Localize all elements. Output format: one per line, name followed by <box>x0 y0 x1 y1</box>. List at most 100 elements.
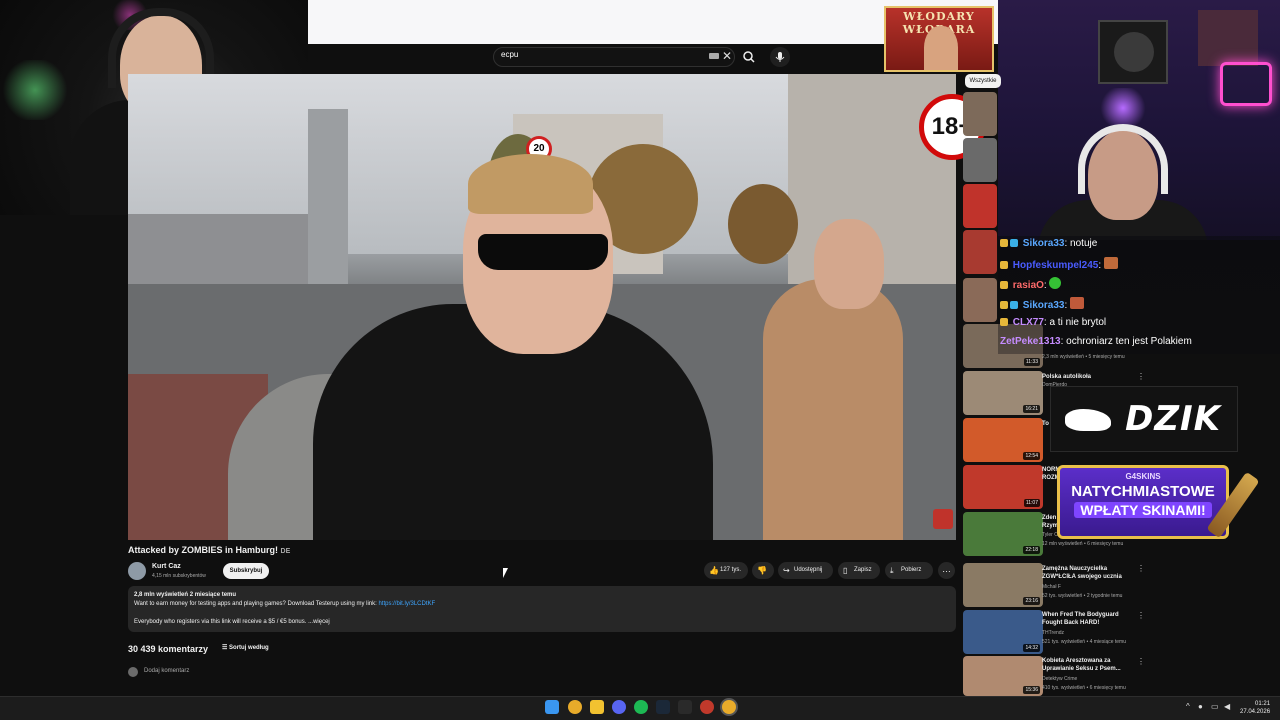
crown-badge-icon <box>1000 318 1008 326</box>
network-icon[interactable]: ▭ <box>1211 702 1219 711</box>
close-icon[interactable]: ✕ <box>722 49 732 63</box>
video-duration: 14:32 <box>1023 644 1040 652</box>
filter-chip-all[interactable]: Wszystkie <box>965 74 1001 88</box>
description-link[interactable]: https://bit.ly/3LCDtKF <box>378 601 435 607</box>
video-description[interactable]: 2,8 mln wyświetleń 2 miesiące temu Want … <box>128 586 956 632</box>
search-button[interactable] <box>740 48 758 66</box>
sidebar-thumbnail[interactable]: 16:21 <box>963 371 1043 415</box>
channel-name[interactable]: Kurt Caz <box>152 563 181 570</box>
emote-icon <box>1103 257 1118 269</box>
more-options-icon[interactable]: ⋮ <box>1137 611 1145 620</box>
g4skins-sponsor-banner: G4SKINS NATYCHMIASTOWE WPŁATY SKINAMI! <box>1057 465 1229 539</box>
search-input[interactable] <box>493 47 735 67</box>
video-player[interactable]: 20 <box>128 74 956 540</box>
dzik-sponsor-logo: DZIK <box>1050 386 1238 452</box>
sort-icon: ☰ <box>222 645 230 651</box>
file-explorer-icon[interactable] <box>590 700 604 714</box>
thumbs-up-icon: 👍 <box>709 566 719 575</box>
avatar[interactable] <box>128 562 146 580</box>
sidebar-video-title[interactable]: When Fred The Bodyguard Fought Back HARD… <box>1042 611 1134 627</box>
emote-icon <box>1049 277 1062 289</box>
sidebar-thumbnail[interactable] <box>963 138 997 182</box>
dzik-text: DZIK <box>1125 399 1221 439</box>
download-button[interactable]: ⤓ Pobierz <box>885 562 933 579</box>
description-text: Want to earn money for testing apps and … <box>134 601 379 607</box>
app-icon[interactable] <box>678 700 692 714</box>
video-person-2-head <box>814 219 884 309</box>
video-duration: 16:21 <box>1023 405 1040 413</box>
chat-badge-icon <box>1000 239 1008 247</box>
sidebar-thumbnail[interactable] <box>963 278 997 322</box>
chrome-active-icon[interactable] <box>722 700 736 714</box>
sidebar-video-channel[interactable]: Tyler O <box>1042 532 1058 538</box>
save-button[interactable]: ▯ Zapisz <box>838 562 880 579</box>
chat-message: Sikora33: <box>1000 297 1086 311</box>
headset <box>1078 124 1168 194</box>
subscribe-button[interactable]: Subskrybuj <box>223 563 269 579</box>
volume-icon[interactable]: ◀ <box>1224 702 1230 711</box>
taskbar-clock[interactable]: 01:21 27.04.2026 <box>1240 700 1270 716</box>
save-label: Zapisz <box>854 567 872 573</box>
sidebar-video-channel[interactable]: THTrendz <box>1042 630 1064 636</box>
spotify-icon[interactable] <box>634 700 648 714</box>
sort-button[interactable]: ☰ Sortuj według <box>222 644 269 651</box>
sidebar-video-views: 2,3 mln wyświetleń • 5 miesięcy temu <box>1042 354 1125 360</box>
sidebar-thumbnail[interactable] <box>963 92 997 136</box>
video-duration: 22:18 <box>1023 546 1040 554</box>
more-options-icon[interactable]: ⋮ <box>1137 564 1145 573</box>
sidebar-video-title[interactable]: Polska autolikoła <box>1042 373 1134 381</box>
video-duration: 11:33 <box>1023 358 1040 366</box>
steam-icon[interactable] <box>656 700 670 714</box>
chat-badge-icon <box>1000 261 1008 269</box>
video-person-1-hair <box>468 154 593 214</box>
sidebar-thumbnail[interactable]: 15:36 <box>963 656 1043 696</box>
dislike-button[interactable]: 👎 <box>752 562 774 579</box>
sidebar-thumbnail[interactable]: 12:54 <box>963 418 1043 462</box>
wall-poster <box>1198 10 1258 66</box>
chrome-icon[interactable] <box>568 700 582 714</box>
channel-watermark <box>933 509 953 529</box>
sidebar-video-title[interactable]: NORM ROZM <box>1042 466 1060 482</box>
like-button[interactable]: 👍 127 tys. <box>704 562 748 579</box>
mic-icon <box>775 52 785 62</box>
sidebar-thumbnail[interactable]: 11:07 <box>963 465 1043 509</box>
sidebar-video-channel[interactable]: Michał F <box>1042 584 1061 590</box>
description-text-2: Everybody who registers via this link wi… <box>134 619 330 625</box>
sidebar-video-title[interactable]: Kobieta Aresztowana za Uprawianie Seksu … <box>1042 657 1134 673</box>
sidebar-video-channel[interactable]: Detektyw Crime <box>1042 676 1077 682</box>
share-button[interactable]: ↪ Udostępnij <box>778 562 833 579</box>
app-icon-2[interactable] <box>700 700 714 714</box>
discord-icon[interactable] <box>612 700 626 714</box>
video-title-text: Attacked by ZOMBIES in Hamburg! <box>128 545 279 555</box>
chat-message: Sikora33: notuje <box>1000 238 1097 249</box>
windows-start-icon[interactable] <box>545 700 559 714</box>
voice-search-button[interactable] <box>770 47 790 67</box>
video-duration: 15:36 <box>1023 686 1040 694</box>
chat-badge-icon <box>1000 301 1008 309</box>
sidebar-video-title[interactable]: To <box>1042 420 1050 428</box>
more-actions-button[interactable]: … <box>938 562 955 579</box>
emote-icon <box>1070 297 1085 309</box>
sidebar-thumbnail[interactable] <box>963 230 997 274</box>
sidebar-video-title[interactable]: Zden Rzym <box>1042 514 1058 530</box>
chat-username: Hopfeskumpel245 <box>1012 260 1099 271</box>
sidebar-video-views: 12 mln wyświetleń • 6 miesięcy temu <box>1042 541 1124 547</box>
sidebar-thumbnail[interactable] <box>963 184 997 228</box>
more-options-icon[interactable]: ⋮ <box>1137 657 1145 666</box>
microphone-tray-icon[interactable]: ● <box>1198 702 1203 711</box>
channel-subscribers: 4,15 mln subskrybentów <box>152 573 206 579</box>
sidebar-thumbnail[interactable]: 23:16 <box>963 563 1043 607</box>
more-options-icon[interactable]: ⋮ <box>1137 372 1145 381</box>
sidebar-video-title[interactable]: Zamężna Nauczycielka ZGW*ŁCIŁA swojego u… <box>1042 565 1134 581</box>
sunglasses <box>478 234 608 270</box>
mouse-cursor-icon <box>503 568 508 578</box>
sidebar-thumbnail[interactable]: 14:32 <box>963 610 1043 654</box>
add-comment-input[interactable]: Dodaj komentarz <box>144 668 189 674</box>
chevron-up-icon[interactable]: ^ <box>1186 702 1190 711</box>
download-icon: ⤓ <box>890 566 894 575</box>
keyboard-icon[interactable] <box>709 53 719 59</box>
clock-time: 01:21 <box>1255 701 1271 707</box>
video-tree <box>728 184 798 264</box>
search-icon <box>743 51 755 63</box>
sidebar-thumbnail[interactable]: 22:18 <box>963 512 1043 556</box>
